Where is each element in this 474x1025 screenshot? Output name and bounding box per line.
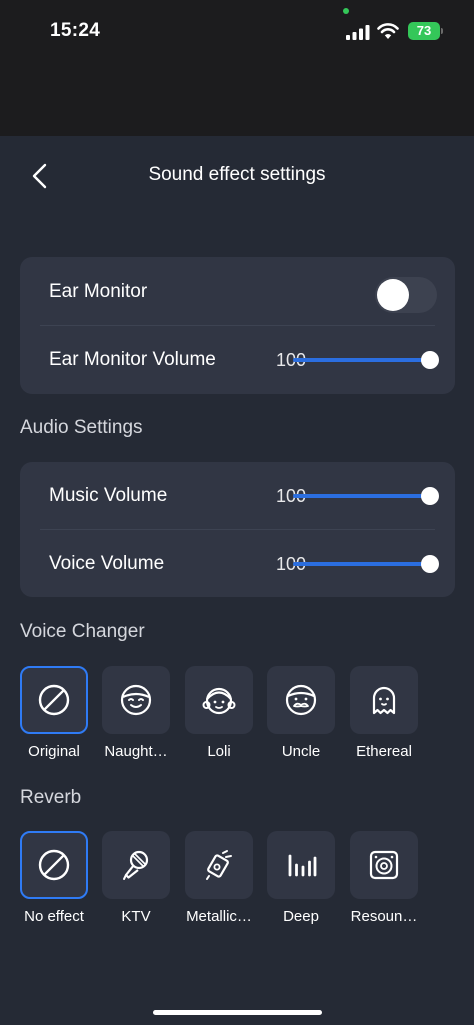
home-indicator[interactable] [153, 1010, 322, 1015]
girl-face-icon [202, 687, 236, 715]
reverb-option-label: No effect [24, 908, 84, 925]
reverb-option-metallic[interactable] [185, 831, 253, 899]
voice-option-label: Loli [207, 743, 231, 760]
voice-option-label: Uncle [281, 743, 321, 760]
slider-thumb[interactable] [421, 555, 439, 573]
reverb-option-label: KTV [121, 908, 151, 925]
voice-option-loli[interactable] [185, 666, 253, 734]
slider-track [293, 358, 431, 362]
voice-option-uncle[interactable] [267, 666, 335, 734]
voice-changer-title: Voice Changer [20, 621, 145, 642]
reverb-option-no-effect[interactable] [20, 831, 88, 899]
voice-volume-slider[interactable] [293, 554, 439, 574]
no-effect-icon [38, 849, 70, 881]
ear-monitor-toggle[interactable] [375, 277, 437, 313]
ear-monitor-card: Ear Monitor Ear Monitor Volume 100 [20, 257, 455, 394]
slider-track [293, 562, 431, 566]
reverb-option-ktv[interactable] [102, 831, 170, 899]
reverb-option-label: Metallic… [186, 908, 252, 925]
page-title: Sound effect settings [148, 164, 326, 185]
wifi-icon [377, 23, 399, 39]
metallic-mic-icon [206, 850, 232, 880]
reverb-option-deep[interactable] [267, 831, 335, 899]
status-bar: 15:24 73 [0, 0, 474, 136]
mustache-face-icon [285, 684, 317, 716]
battery-icon: 73 [408, 22, 440, 40]
voice-option-naughty[interactable] [102, 666, 170, 734]
slider-thumb[interactable] [421, 487, 439, 505]
ear-monitor-label: Ear Monitor [49, 281, 148, 302]
reverb-title: Reverb [20, 787, 82, 808]
voice-volume-label: Voice Volume [49, 553, 165, 574]
voice-option-original[interactable] [20, 666, 88, 734]
voice-option-ethereal[interactable] [350, 666, 418, 734]
music-volume-slider[interactable] [293, 486, 439, 506]
slider-thumb[interactable] [421, 351, 439, 369]
card-divider [40, 325, 435, 326]
ear-monitor-volume-slider[interactable] [293, 350, 439, 370]
music-volume-label: Music Volume [49, 485, 168, 506]
microphone-icon [123, 850, 149, 880]
status-time: 15:24 [50, 20, 101, 41]
voice-option-label: Ethereal [356, 743, 412, 760]
audio-settings-title: Audio Settings [20, 417, 143, 438]
privacy-indicator-dot [343, 8, 349, 14]
reverb-option-resonant[interactable] [350, 831, 418, 899]
ghost-icon [372, 686, 396, 715]
toggle-knob [377, 279, 409, 311]
battery-tip [441, 28, 443, 34]
cellular-signal-icon [346, 25, 370, 40]
voice-option-label: Original [28, 743, 80, 760]
equalizer-bars-icon [288, 854, 317, 877]
no-effect-icon [38, 684, 70, 716]
reverb-option-label: Deep [283, 908, 319, 925]
speaker-icon [369, 850, 399, 880]
reverb-option-label: Resoun… [350, 908, 418, 925]
card-divider [40, 529, 435, 530]
audio-settings-card: Music Volume 100 Voice Volume 100 [20, 462, 455, 597]
slider-track [293, 494, 431, 498]
voice-option-label: Naught… [104, 743, 168, 760]
smiling-face-icon [120, 684, 152, 716]
ear-monitor-volume-label: Ear Monitor Volume [49, 349, 216, 370]
